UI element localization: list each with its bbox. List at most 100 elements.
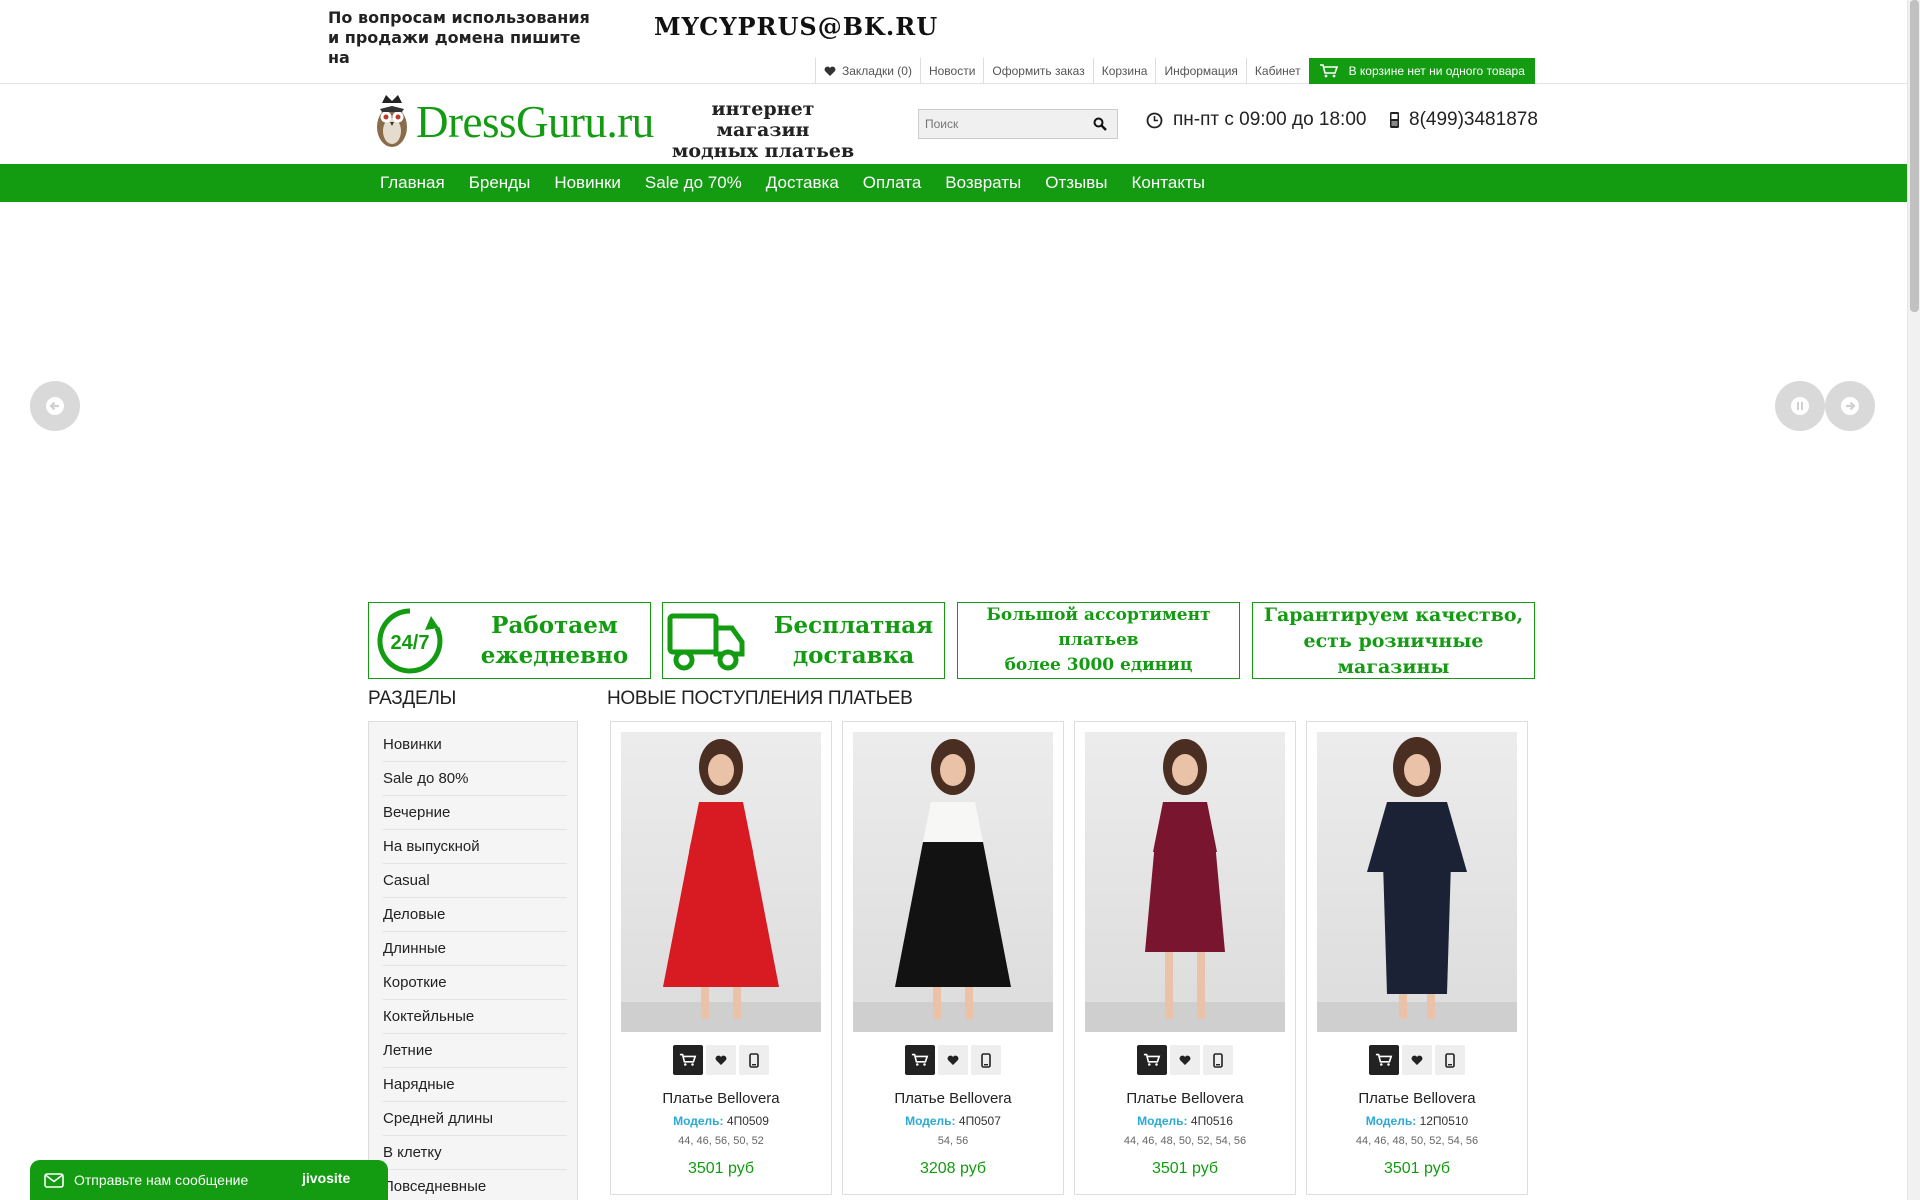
account-link[interactable]: Кабинет (1245, 58, 1309, 84)
product-name[interactable]: Платье Bellovera (611, 1090, 831, 1107)
sidebar-item-business[interactable]: Деловые (383, 898, 567, 932)
scrollbar-thumb[interactable] (1910, 0, 1919, 312)
bookmark-button[interactable] (706, 1045, 736, 1075)
add-to-cart-button[interactable] (1369, 1045, 1399, 1075)
banner-delivery-line1: Бесплатная (773, 611, 934, 639)
quick-order-button[interactable] (739, 1045, 769, 1075)
bookmark-button[interactable] (938, 1045, 968, 1075)
add-to-cart-button[interactable] (905, 1045, 935, 1075)
clock-icon (1146, 112, 1163, 128)
product-model: Модель: 4П0507 (843, 1114, 1063, 1128)
search-icon[interactable] (1093, 117, 1107, 131)
phone-number[interactable]: 8(499)3481878 (1388, 109, 1538, 131)
bookmark-button[interactable] (1170, 1045, 1200, 1075)
product-sizes: 44, 46, 56, 50, 52 (678, 1135, 764, 1147)
sidebar-item-long[interactable]: Длинные (383, 932, 567, 966)
quick-order-button[interactable] (1203, 1045, 1233, 1075)
nav-reviews[interactable]: Отзывы (1033, 173, 1119, 193)
sidebar-item-prom[interactable]: На выпускной (383, 830, 567, 864)
slider-prev-button[interactable] (30, 381, 80, 431)
sidebar-item-everyday[interactable]: Повседневные (383, 1170, 567, 1200)
phone-icon (1390, 112, 1399, 128)
envelope-icon (44, 1172, 64, 1188)
sidebar-item-summer[interactable]: Летние (383, 1034, 567, 1068)
sidebar-item-new[interactable]: Новинки (383, 728, 567, 762)
model-label: Модель: (1137, 1114, 1188, 1128)
mobile-icon (749, 1052, 759, 1068)
bookmark-button[interactable] (1402, 1045, 1432, 1075)
logo-tagline: интернет магазин модных платьев (668, 99, 858, 162)
product-name[interactable]: Платье Bellovera (1075, 1090, 1295, 1107)
checkout-link[interactable]: Оформить заказ (983, 58, 1092, 84)
model-value: 4П0507 (958, 1114, 1001, 1128)
cart-status-label: В корзине нет ни одного товара (1348, 64, 1525, 78)
nav-contacts[interactable]: Контакты (1120, 173, 1217, 193)
page-scrollbar[interactable] (1907, 0, 1920, 1200)
nav-delivery[interactable]: Доставка (754, 173, 851, 193)
sidebar-item-checked[interactable]: В клетку (383, 1136, 567, 1170)
nav-new[interactable]: Новинки (542, 173, 633, 193)
sidebar-item-midi[interactable]: Средней длины (383, 1102, 567, 1136)
banner-assortment-line2: более 3000 единиц (1004, 655, 1193, 675)
chat-widget[interactable]: Отправьте нам сообщение jivosite (30, 1160, 388, 1200)
banner-assortment-line1: Большой ассортимент платьев (986, 605, 1211, 650)
product-image[interactable] (1317, 732, 1517, 1032)
nav-brands[interactable]: Бренды (457, 173, 543, 193)
nav-returns[interactable]: Возвраты (933, 173, 1033, 193)
arrow-right-icon (1841, 397, 1859, 415)
heart-icon (824, 66, 836, 76)
slider-next-button[interactable] (1825, 381, 1875, 431)
banner-assortment[interactable]: Большой ассортимент платьев более 3000 е… (957, 602, 1240, 679)
product-image[interactable] (1085, 732, 1285, 1032)
product-sizes: 44, 46, 48, 50, 52, 54, 56 (1123, 1135, 1247, 1147)
product-image[interactable] (621, 732, 821, 1032)
banner-quality[interactable]: Гарантируем качество, есть розничные маг… (1252, 602, 1535, 679)
product-card: Платье Bellovera Модель: 4П0507 54, 56 3… (842, 721, 1064, 1195)
quick-order-button[interactable] (971, 1045, 1001, 1075)
product-sizes: 54, 56 (937, 1135, 969, 1147)
model-label: Модель: (673, 1114, 724, 1128)
nav-home[interactable]: Главная (368, 173, 457, 193)
site-logo[interactable]: DressGuru.ru (372, 93, 654, 151)
nav-sale[interactable]: Sale до 70% (633, 173, 754, 193)
product-name[interactable]: Платье Bellovera (1307, 1090, 1527, 1107)
news-link[interactable]: Новости (919, 58, 983, 84)
quick-order-button[interactable] (1435, 1045, 1465, 1075)
sidebar-item-festive[interactable]: Нарядные (383, 1068, 567, 1102)
product-image[interactable] (853, 732, 1053, 1032)
domain-notice: По вопросам использования и продажи доме… (0, 0, 1920, 84)
cart-status-button[interactable]: В корзине нет ни одного товара (1308, 58, 1535, 84)
notice-text: По вопросам использования и продажи доме… (328, 8, 590, 67)
sidebar-item-casual[interactable]: Casual (383, 864, 567, 898)
sidebar-item-evening[interactable]: Вечерние (383, 796, 567, 830)
search-input[interactable] (919, 110, 1079, 138)
cart-link[interactable]: Корзина (1092, 58, 1156, 84)
phone-text: 8(499)3481878 (1409, 109, 1538, 130)
bookmarks-label: Закладки (0) (842, 64, 912, 78)
nav-payment[interactable]: Оплата (851, 173, 933, 193)
banner-daily[interactable]: 24/7 Работаем ежедневно (368, 602, 651, 679)
product-sizes: 44, 46, 48, 50, 52, 54, 56 (1355, 1135, 1479, 1147)
notice-email[interactable]: MYCYPRUS@BK.RU (654, 12, 938, 41)
mobile-icon (1213, 1052, 1223, 1068)
heart-icon (1411, 1055, 1423, 1065)
bookmarks-link[interactable]: Закладки (0) (815, 58, 920, 84)
dress-illustration (1085, 739, 1285, 1032)
sidebar-item-sale[interactable]: Sale до 80% (383, 762, 567, 796)
banner-free-delivery[interactable]: Бесплатная доставка (662, 602, 945, 679)
sidebar-item-cocktail[interactable]: Коктейльные (383, 1000, 567, 1034)
sidebar-item-short[interactable]: Короткие (383, 966, 567, 1000)
add-to-cart-button[interactable] (1137, 1045, 1167, 1075)
product-name[interactable]: Платье Bellovera (843, 1090, 1063, 1107)
info-link[interactable]: Информация (1155, 58, 1245, 84)
cart-icon (1143, 1053, 1161, 1066)
banner-daily-line1: Работаем (491, 611, 618, 639)
tagline-line-1: интернет магазин (711, 98, 815, 141)
banner-quality-line2: есть розничные магазины (1303, 629, 1484, 678)
dress-illustration (1317, 737, 1517, 1032)
cart-icon (911, 1053, 929, 1066)
slider-pause-button[interactable] (1775, 381, 1825, 431)
badge-text: 24/7 (391, 632, 430, 654)
product-model: Модель: 4П0516 (1075, 1114, 1295, 1128)
add-to-cart-button[interactable] (673, 1045, 703, 1075)
